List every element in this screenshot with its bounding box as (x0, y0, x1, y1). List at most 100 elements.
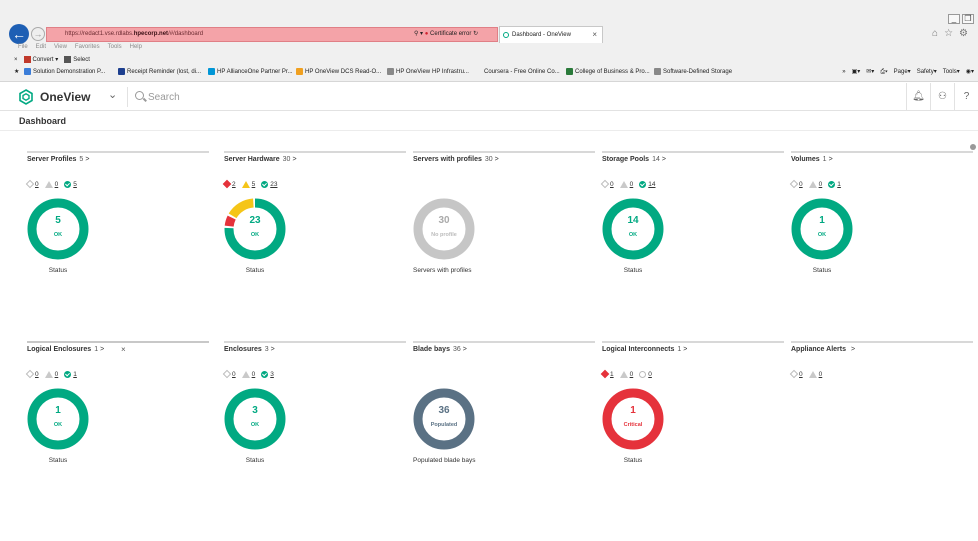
home-icon[interactable]: ⌂ (932, 28, 938, 39)
close-tab-icon[interactable]: × (592, 27, 597, 43)
user-icon[interactable]: ⚇ (930, 83, 954, 111)
notifications-bell-icon[interactable]: 🔔︎ (906, 83, 930, 111)
status-count[interactable]: 14 (648, 181, 655, 188)
status-critical[interactable]: 0 (25, 179, 39, 189)
panel-title-link[interactable]: Logical Interconnects 1 > (602, 346, 687, 353)
status-ok[interactable]: 14 (639, 180, 655, 188)
status-donut-chart[interactable] (27, 388, 89, 450)
panel-title-link[interactable]: Logical Enclosures 1 > (27, 346, 104, 353)
search-input[interactable] (148, 89, 348, 105)
status-donut-chart[interactable] (602, 388, 664, 450)
cmd-safety[interactable]: Safety▾ (917, 66, 937, 78)
status-critical[interactable]: 0 (222, 369, 236, 379)
forward-arrow-icon[interactable]: → (31, 27, 45, 41)
help-icon[interactable]: ◉▾ (966, 66, 974, 78)
settings-gear-icon[interactable]: ⚙ (959, 28, 968, 39)
print-icon[interactable]: ⎙▾ (880, 66, 887, 78)
status-count[interactable]: 3 (270, 371, 274, 378)
status-count[interactable]: 1 (73, 371, 77, 378)
status-critical[interactable]: 0 (600, 179, 614, 189)
status-count[interactable]: 1 (610, 371, 614, 378)
panel-title-link[interactable]: Appliance Alerts > (791, 346, 855, 353)
status-critical[interactable]: 1 (600, 369, 614, 379)
panel-title-link[interactable]: Storage Pools 14 > (602, 156, 666, 163)
status-critical[interactable]: 2 (222, 179, 236, 189)
status-count[interactable]: 0 (819, 181, 823, 188)
status-count[interactable]: 0 (55, 181, 59, 188)
panel-title-link[interactable]: Servers with profiles 30 > (413, 156, 499, 163)
favorites-item-solution-demo[interactable]: Solution Demonstration P... (24, 66, 105, 78)
status-donut-chart[interactable] (27, 198, 89, 260)
panel-title-link[interactable]: Enclosures 3 > (224, 346, 275, 353)
status-count[interactable]: 0 (35, 181, 39, 188)
help-question-icon[interactable]: ? (954, 83, 978, 111)
tab-dashboard[interactable]: Dashboard - OneView × (499, 26, 603, 43)
menu-view[interactable]: View (54, 44, 67, 54)
favorites-item-coursera[interactable]: Coursera - Free Online Co... (484, 66, 560, 78)
cmd-tools[interactable]: Tools▾ (943, 66, 960, 78)
menu-favorites[interactable]: Favorites (75, 44, 100, 54)
panel-title-link[interactable]: Server Hardware 30 > (224, 156, 297, 163)
status-donut-chart[interactable] (224, 388, 286, 450)
menu-help[interactable]: Help (130, 44, 142, 54)
status-count[interactable]: 0 (630, 371, 634, 378)
status-donut-chart[interactable] (413, 198, 475, 260)
status-warning[interactable]: 0 (44, 180, 59, 188)
close-panel-icon[interactable]: × (121, 345, 126, 354)
panel-title-link[interactable]: Server Profiles 5 > (27, 156, 89, 163)
status-count[interactable]: 0 (232, 371, 236, 378)
menu-file[interactable]: File (18, 44, 28, 54)
cmd-page[interactable]: Page▾ (894, 66, 911, 78)
status-ok[interactable]: 23 (261, 180, 277, 188)
favorites-item-oneview-dcs[interactable]: HP OneView DCS Read-O... (296, 66, 381, 78)
status-critical[interactable]: 0 (789, 179, 803, 189)
back-arrow-icon[interactable]: ← (9, 24, 29, 44)
status-donut-chart[interactable] (791, 198, 853, 260)
status-count[interactable]: 0 (252, 371, 256, 378)
app-name[interactable]: OneView (40, 90, 90, 104)
select-button[interactable]: Select (64, 56, 90, 64)
status-warning[interactable]: 0 (44, 370, 59, 378)
favorites-item-receipt[interactable]: Receipt Reminder (lost, di... (118, 66, 201, 78)
status-count[interactable]: 1 (837, 181, 841, 188)
certificate-error[interactable]: ⚲ ▾ ● Certificate error ↻ (414, 27, 498, 42)
status-warning[interactable]: 5 (241, 180, 256, 188)
rss-icon[interactable]: ▣▾ (852, 66, 861, 78)
panel-title-link[interactable]: Blade bays 36 > (413, 346, 467, 353)
favorites-item-sds[interactable]: Software-Defined Storage (654, 66, 732, 78)
close-toolbar-icon[interactable]: × (14, 57, 18, 63)
search-dropdown-icon[interactable]: ⚲ ▾ (414, 31, 423, 37)
status-count[interactable]: 0 (799, 181, 803, 188)
status-count[interactable]: 5 (73, 181, 77, 188)
status-unknown[interactable]: 0 (639, 370, 652, 378)
status-warning[interactable]: 0 (619, 370, 634, 378)
chevron-down-icon[interactable]: ⌄ (108, 88, 117, 101)
status-count[interactable]: 0 (55, 371, 59, 378)
favorites-star-add-icon[interactable]: ★ (14, 66, 19, 78)
status-count[interactable]: 0 (648, 371, 652, 378)
favorites-item-college[interactable]: College of Business & Pro... (566, 66, 650, 78)
status-ok[interactable]: 5 (64, 180, 77, 188)
status-count[interactable]: 0 (35, 371, 39, 378)
status-warning[interactable]: 0 (808, 370, 823, 378)
status-ok[interactable]: 3 (261, 370, 274, 378)
status-warning[interactable]: 0 (241, 370, 256, 378)
status-warning[interactable]: 0 (808, 180, 823, 188)
oneview-logo-icon[interactable] (18, 89, 34, 105)
favorites-star-icon[interactable]: ☆ (944, 28, 953, 39)
convert-button[interactable]: Convert ▾ (23, 56, 58, 64)
menu-tools[interactable]: Tools (108, 44, 122, 54)
favorites-item-oneview[interactable]: HP OneView (387, 66, 430, 78)
status-ok[interactable]: 1 (828, 180, 841, 188)
status-count[interactable]: 0 (819, 371, 823, 378)
refresh-icon[interactable]: ↻ (473, 31, 478, 37)
status-warning[interactable]: 0 (619, 180, 634, 188)
status-critical[interactable]: 0 (789, 369, 803, 379)
status-donut-chart[interactable] (413, 388, 475, 450)
favorites-item-allianceone[interactable]: HP AllianceOne Partner Pr... (208, 66, 293, 78)
mail-icon[interactable]: ✉▾ (866, 66, 874, 78)
more-chevron-icon[interactable]: » (842, 66, 845, 78)
status-count[interactable]: 5 (252, 181, 256, 188)
status-count[interactable]: 0 (630, 181, 634, 188)
status-count[interactable]: 23 (270, 181, 277, 188)
